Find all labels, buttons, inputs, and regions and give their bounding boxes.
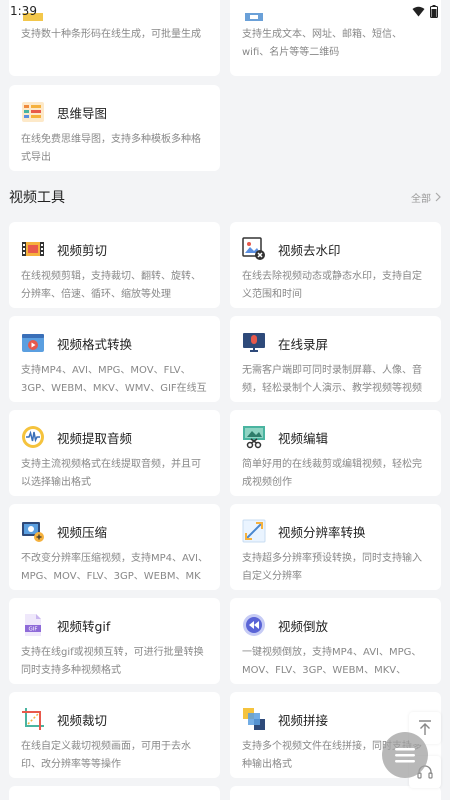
- screen-record-icon: [242, 331, 266, 355]
- tool-card-title: 视频去水印: [278, 242, 341, 258]
- tool-card-resolution[interactable]: 视频分辨率转换 支持超多分辨率预设转换，同时支持输入自定义分辨率: [230, 504, 441, 590]
- tool-card-title: 思维导图: [57, 105, 108, 121]
- tool-card-title: 视频分辨率转换: [278, 524, 366, 540]
- tool-card-title: 视频剪切: [57, 242, 108, 258]
- tool-card-desc: 无需客户端即可同时录制屏幕、人像、音频，轻松录制个人演示、教学视频等视频: [242, 365, 422, 394]
- tool-card-desc: 不改变分辨率压缩视频，支持MP4、AVI、MPG、MOV、FLV、3GP、WEB…: [21, 553, 208, 582]
- tool-card-partial[interactable]: [9, 786, 220, 800]
- tool-card-desc: 支持MP4、AVI、MPG、MOV、FLV、3GP、WEBM、MKV、WMV、G…: [21, 365, 207, 394]
- tool-card-title: 视频压缩: [57, 524, 108, 540]
- film-cut-icon: [21, 237, 45, 261]
- tool-card-title: 视频倒放: [278, 618, 329, 634]
- tool-card-video-compress[interactable]: 视频压缩 不改变分辨率压缩视频，支持MP4、AVI、MPG、MOV、FLV、3G…: [9, 504, 220, 590]
- tool-card-audio-extract[interactable]: 视频提取音频 支持主流视频格式在线提取音频，并且可以选择输出格式: [9, 410, 220, 496]
- status-icons: [412, 4, 438, 18]
- tool-card-title: 视频裁切: [57, 712, 108, 728]
- tool-card-desc: 在线自定义裁切视频画面，可用于去水印、改分辨率等等操作: [21, 741, 191, 770]
- tool-card-video-edit[interactable]: 视频编辑 简单好用的在线裁剪或编辑视频，轻松完成视频创作: [230, 410, 441, 496]
- audio-extract-icon: [21, 425, 45, 449]
- section-title: 视频工具: [9, 190, 65, 206]
- menu-icon: [395, 748, 415, 763]
- wifi-icon: [412, 6, 425, 16]
- tool-card-video-format[interactable]: 视频格式转换 支持MP4、AVI、MPG、MOV、FLV、3GP、WEBM、MK…: [9, 316, 220, 402]
- status-bar: 1:39: [0, 0, 450, 22]
- arrow-up-icon: [419, 720, 431, 735]
- merge-icon: [242, 707, 266, 731]
- tool-card-screen-record[interactable]: 在线录屏 无需客户端即可同时录制屏幕、人像、音频，轻松录制个人演示、教学视频等视…: [230, 316, 441, 402]
- tool-card-video-crop[interactable]: 视频裁切 在线自定义裁切视频画面，可用于去水印、改分辨率等等操作: [9, 692, 220, 778]
- tool-card-desc: 在线免费思维导图，支持多种模板多种格式导出: [21, 134, 201, 163]
- tool-card-partial[interactable]: [230, 786, 441, 800]
- reverse-icon: [242, 613, 266, 637]
- gif-icon: GIF: [21, 613, 45, 637]
- tool-card-desc: 一键视频倒放，支持MP4、AVI、MPG、MOV、FLV、3GP、WEBM、MK…: [242, 647, 422, 676]
- tool-card-title: 视频提取音频: [57, 430, 133, 446]
- crop-icon: [21, 707, 45, 731]
- tool-card-title: 视频转gif: [57, 618, 111, 634]
- svg-text:GIF: GIF: [28, 627, 37, 633]
- chevron-right-icon: [435, 192, 441, 202]
- battery-icon: [430, 4, 438, 18]
- tool-card-title: 视频格式转换: [57, 336, 133, 352]
- resolution-icon: [242, 519, 266, 543]
- tool-card-title: 视频编辑: [278, 430, 329, 446]
- view-all-link[interactable]: 全部: [411, 190, 441, 205]
- remove-watermark-icon: [242, 237, 266, 261]
- tool-card-desc: 支持超多分辨率预设转换，同时支持输入自定义分辨率: [242, 553, 422, 582]
- tool-card-video-to-gif[interactable]: GIF 视频转gif 支持在线gif或视频互转，可进行批量转换同时支持多种视频格…: [9, 598, 220, 684]
- tool-card-mindmap[interactable]: 思维导图 在线免费思维导图，支持多种模板多种格式导出: [9, 85, 220, 171]
- video-compress-icon: [21, 519, 45, 543]
- view-all-label: 全部: [411, 193, 431, 205]
- tool-card-video-reverse[interactable]: 视频倒放 一键视频倒放，支持MP4、AVI、MPG、MOV、FLV、3GP、WE…: [230, 598, 441, 684]
- tool-card-desc: 在线视频剪辑，支持裁切、翻转、旋转、分辨率、倍速、循环、缩放等处理: [21, 271, 201, 300]
- status-time: 1:39: [10, 4, 37, 18]
- tool-card-desc: 支持生成文本、网址、邮箱、短信、wifi、名片等等二维码: [242, 29, 402, 58]
- tool-card-video-cut[interactable]: 视频剪切 在线视频剪辑，支持裁切、翻转、旋转、分辨率、倍速、循环、缩放等处理: [9, 222, 220, 308]
- tool-card-desc: 简单好用的在线裁剪或编辑视频，轻松完成视频创作: [242, 459, 422, 488]
- tool-card-desc: 支持数十种条形码在线生成，可批量生成: [21, 29, 201, 40]
- tool-card-title: 在线录屏: [278, 336, 329, 352]
- menu-fab-button[interactable]: [382, 732, 428, 778]
- tool-card-title: 视频拼接: [278, 712, 329, 728]
- section-header-video-tools: 视频工具 全部: [9, 186, 441, 208]
- tool-card-desc: 在线去除视频动态或静态水印，支持自定义范围和时间: [242, 271, 422, 300]
- video-edit-icon: [242, 425, 266, 449]
- video-format-icon: [21, 331, 45, 355]
- tool-card-desc: 支持主流视频格式在线提取音频，并且可以选择输出格式: [21, 459, 201, 488]
- tool-card-remove-watermark[interactable]: 视频去水印 在线去除视频动态或静态水印，支持自定义范围和时间: [230, 222, 441, 308]
- tool-card-desc: 支持在线gif或视频互转，可进行批量转换同时支持多种视频格式: [21, 647, 204, 676]
- mind-map-icon: [21, 100, 45, 124]
